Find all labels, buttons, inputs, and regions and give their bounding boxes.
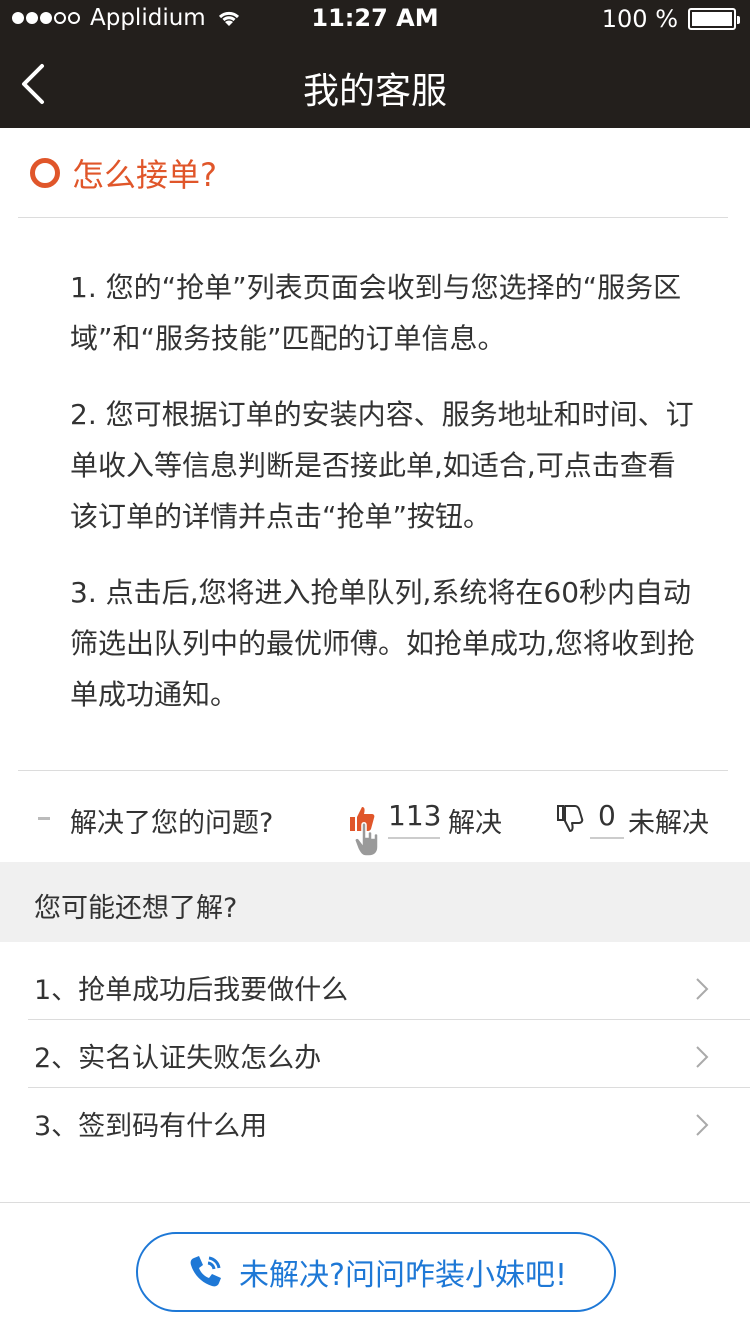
- unsolved-count: 0: [598, 799, 616, 832]
- list-item[interactable]: 2、实名认证失败怎么办: [28, 1020, 750, 1088]
- divider: [0, 1202, 750, 1203]
- list-item-label: 2、实名认证失败怎么办: [34, 1043, 322, 1074]
- ring-icon: [30, 157, 60, 188]
- pointer-hand-icon: [354, 822, 379, 857]
- list-item[interactable]: 3、签到码有什么用: [28, 1088, 750, 1156]
- answer-paragraph: 1. 您的“抢单”列表页面会收到与您选择的“服务区域”和“服务技能”匹配的订单信…: [70, 271, 682, 355]
- related-title: 您可能还想了解?: [34, 893, 238, 924]
- question-header: 怎么接单?: [18, 128, 728, 218]
- chevron-right-icon: [696, 1114, 709, 1136]
- thumbs-down-icon[interactable]: [556, 803, 584, 833]
- solved-count: 113: [388, 799, 442, 832]
- nav-bar: 我的客服: [0, 40, 750, 128]
- answer-body: 1. 您的“抢单”列表页面会收到与您选择的“服务区域”和“服务技能”匹配的订单信…: [70, 262, 700, 745]
- unsolved-label[interactable]: 未解决: [628, 801, 709, 840]
- answer-paragraph: 2. 您可根据订单的安装内容、服务地址和时间、订单收入等信息判断是否接此单,如适…: [70, 398, 694, 533]
- question-title: 怎么接单?: [72, 155, 217, 194]
- dash-icon: [38, 817, 50, 820]
- contact-support-label: 未解决?问问咋装小妹吧!: [239, 1258, 567, 1293]
- contact-support-button[interactable]: 未解决?问问咋装小妹吧!: [136, 1232, 616, 1312]
- related-header: 您可能还想了解?: [0, 862, 750, 942]
- answer-paragraph: 3. 点击后,您将进入抢单队列,系统将在60秒内自动筛选出队列中的最优师傅。如抢…: [70, 576, 695, 711]
- battery-percent: 100 %: [601, 5, 678, 33]
- list-item-label: 3、签到码有什么用: [34, 1111, 268, 1142]
- status-bar: Applidium 11:27 AM 100 %: [0, 0, 750, 40]
- solved-underline: [388, 837, 440, 839]
- chevron-right-icon: [696, 1046, 709, 1068]
- unsolved-underline: [590, 837, 624, 839]
- related-list: 1、抢单成功后我要做什么 2、实名认证失败怎么办 3、签到码有什么用: [28, 952, 750, 1156]
- phone-icon: [190, 1256, 222, 1287]
- solved-label[interactable]: 解决: [448, 801, 502, 840]
- list-item-label: 1、抢单成功后我要做什么: [34, 975, 349, 1006]
- feedback-prompt: 解决了您的问题?: [70, 808, 274, 839]
- feedback-row: 解决了您的问题? 113 解决 0 未解决: [18, 770, 728, 862]
- list-item[interactable]: 1、抢单成功后我要做什么: [28, 952, 750, 1020]
- page-title: 我的客服: [302, 71, 447, 112]
- top-bar: Applidium 11:27 AM 100 % 我的客服: [0, 0, 750, 128]
- chevron-right-icon: [696, 978, 709, 1000]
- battery-icon: [688, 8, 740, 30]
